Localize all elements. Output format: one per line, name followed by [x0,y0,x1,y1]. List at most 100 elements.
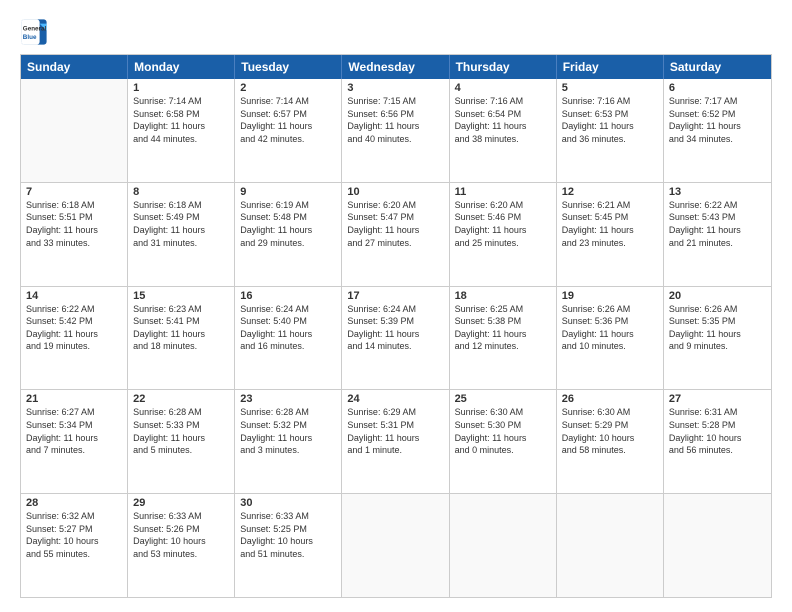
day-number: 4 [455,82,551,94]
daylight-text: Daylight: 11 hours [455,120,551,133]
calendar-cell [450,494,557,597]
sunset-text: Sunset: 5:49 PM [133,211,229,224]
daylight-minutes-text: and 33 minutes. [26,237,122,250]
sunrise-text: Sunrise: 6:22 AM [26,303,122,316]
day-number: 16 [240,290,336,302]
sunset-text: Sunset: 6:57 PM [240,108,336,121]
day-number: 9 [240,186,336,198]
sunrise-text: Sunrise: 6:21 AM [562,199,658,212]
daylight-text: Daylight: 11 hours [26,328,122,341]
calendar-cell: 6Sunrise: 7:17 AMSunset: 6:52 PMDaylight… [664,79,771,182]
sunset-text: Sunset: 6:53 PM [562,108,658,121]
daylight-text: Daylight: 11 hours [133,328,229,341]
day-number: 25 [455,393,551,405]
daylight-text: Daylight: 11 hours [669,328,766,341]
header-monday: Monday [128,55,235,79]
header: General Blue [20,18,772,46]
sunset-text: Sunset: 6:58 PM [133,108,229,121]
daylight-text: Daylight: 11 hours [669,120,766,133]
sunset-text: Sunset: 5:51 PM [26,211,122,224]
daylight-text: Daylight: 11 hours [562,328,658,341]
calendar-row: 28Sunrise: 6:32 AMSunset: 5:27 PMDayligh… [21,493,771,597]
calendar-cell: 3Sunrise: 7:15 AMSunset: 6:56 PMDaylight… [342,79,449,182]
sunset-text: Sunset: 5:28 PM [669,419,766,432]
calendar-cell: 11Sunrise: 6:20 AMSunset: 5:46 PMDayligh… [450,183,557,286]
logo-icon: General Blue [20,18,48,46]
sunrise-text: Sunrise: 7:17 AM [669,95,766,108]
daylight-minutes-text: and 31 minutes. [133,237,229,250]
calendar-cell: 30Sunrise: 6:33 AMSunset: 5:25 PMDayligh… [235,494,342,597]
day-number: 20 [669,290,766,302]
calendar-cell: 14Sunrise: 6:22 AMSunset: 5:42 PMDayligh… [21,287,128,390]
calendar-cell: 9Sunrise: 6:19 AMSunset: 5:48 PMDaylight… [235,183,342,286]
calendar-cell: 8Sunrise: 6:18 AMSunset: 5:49 PMDaylight… [128,183,235,286]
calendar-cell: 15Sunrise: 6:23 AMSunset: 5:41 PMDayligh… [128,287,235,390]
sunset-text: Sunset: 5:33 PM [133,419,229,432]
daylight-text: Daylight: 10 hours [562,432,658,445]
sunrise-text: Sunrise: 6:28 AM [240,406,336,419]
sunset-text: Sunset: 5:38 PM [455,315,551,328]
daylight-text: Daylight: 11 hours [240,120,336,133]
calendar-cell: 10Sunrise: 6:20 AMSunset: 5:47 PMDayligh… [342,183,449,286]
daylight-minutes-text: and 10 minutes. [562,340,658,353]
calendar: Sunday Monday Tuesday Wednesday Thursday… [20,54,772,598]
calendar-cell: 16Sunrise: 6:24 AMSunset: 5:40 PMDayligh… [235,287,342,390]
sunrise-text: Sunrise: 7:14 AM [133,95,229,108]
calendar-cell: 2Sunrise: 7:14 AMSunset: 6:57 PMDaylight… [235,79,342,182]
sunset-text: Sunset: 5:42 PM [26,315,122,328]
sunrise-text: Sunrise: 6:19 AM [240,199,336,212]
day-number: 15 [133,290,229,302]
day-number: 24 [347,393,443,405]
daylight-minutes-text: and 25 minutes. [455,237,551,250]
daylight-text: Daylight: 10 hours [26,535,122,548]
calendar-cell: 24Sunrise: 6:29 AMSunset: 5:31 PMDayligh… [342,390,449,493]
sunrise-text: Sunrise: 6:20 AM [347,199,443,212]
logo: General Blue [20,18,48,46]
daylight-minutes-text: and 29 minutes. [240,237,336,250]
sunrise-text: Sunrise: 7:16 AM [455,95,551,108]
calendar-row: 14Sunrise: 6:22 AMSunset: 5:42 PMDayligh… [21,286,771,390]
day-number: 22 [133,393,229,405]
daylight-minutes-text: and 9 minutes. [669,340,766,353]
sunrise-text: Sunrise: 6:22 AM [669,199,766,212]
sunrise-text: Sunrise: 6:31 AM [669,406,766,419]
daylight-text: Daylight: 10 hours [669,432,766,445]
header-tuesday: Tuesday [235,55,342,79]
calendar-cell: 12Sunrise: 6:21 AMSunset: 5:45 PMDayligh… [557,183,664,286]
header-friday: Friday [557,55,664,79]
calendar-cell: 18Sunrise: 6:25 AMSunset: 5:38 PMDayligh… [450,287,557,390]
daylight-minutes-text: and 27 minutes. [347,237,443,250]
daylight-text: Daylight: 10 hours [240,535,336,548]
calendar-cell: 19Sunrise: 6:26 AMSunset: 5:36 PMDayligh… [557,287,664,390]
day-number: 7 [26,186,122,198]
daylight-text: Daylight: 11 hours [133,120,229,133]
daylight-text: Daylight: 11 hours [240,224,336,237]
sunset-text: Sunset: 5:34 PM [26,419,122,432]
daylight-minutes-text: and 16 minutes. [240,340,336,353]
sunrise-text: Sunrise: 7:15 AM [347,95,443,108]
sunset-text: Sunset: 6:56 PM [347,108,443,121]
calendar-cell: 26Sunrise: 6:30 AMSunset: 5:29 PMDayligh… [557,390,664,493]
calendar-cell: 29Sunrise: 6:33 AMSunset: 5:26 PMDayligh… [128,494,235,597]
sunset-text: Sunset: 5:45 PM [562,211,658,224]
header-sunday: Sunday [21,55,128,79]
sunrise-text: Sunrise: 6:23 AM [133,303,229,316]
calendar-row: 1Sunrise: 7:14 AMSunset: 6:58 PMDaylight… [21,79,771,182]
sunrise-text: Sunrise: 6:25 AM [455,303,551,316]
calendar-row: 21Sunrise: 6:27 AMSunset: 5:34 PMDayligh… [21,389,771,493]
sunset-text: Sunset: 5:47 PM [347,211,443,224]
daylight-text: Daylight: 11 hours [26,224,122,237]
day-number: 5 [562,82,658,94]
day-number: 14 [26,290,122,302]
sunset-text: Sunset: 5:32 PM [240,419,336,432]
calendar-cell [557,494,664,597]
calendar-cell: 5Sunrise: 7:16 AMSunset: 6:53 PMDaylight… [557,79,664,182]
calendar-cell: 21Sunrise: 6:27 AMSunset: 5:34 PMDayligh… [21,390,128,493]
day-number: 10 [347,186,443,198]
daylight-minutes-text: and 3 minutes. [240,444,336,457]
daylight-minutes-text: and 23 minutes. [562,237,658,250]
daylight-text: Daylight: 11 hours [26,432,122,445]
day-number: 23 [240,393,336,405]
daylight-text: Daylight: 11 hours [455,432,551,445]
calendar-row: 7Sunrise: 6:18 AMSunset: 5:51 PMDaylight… [21,182,771,286]
